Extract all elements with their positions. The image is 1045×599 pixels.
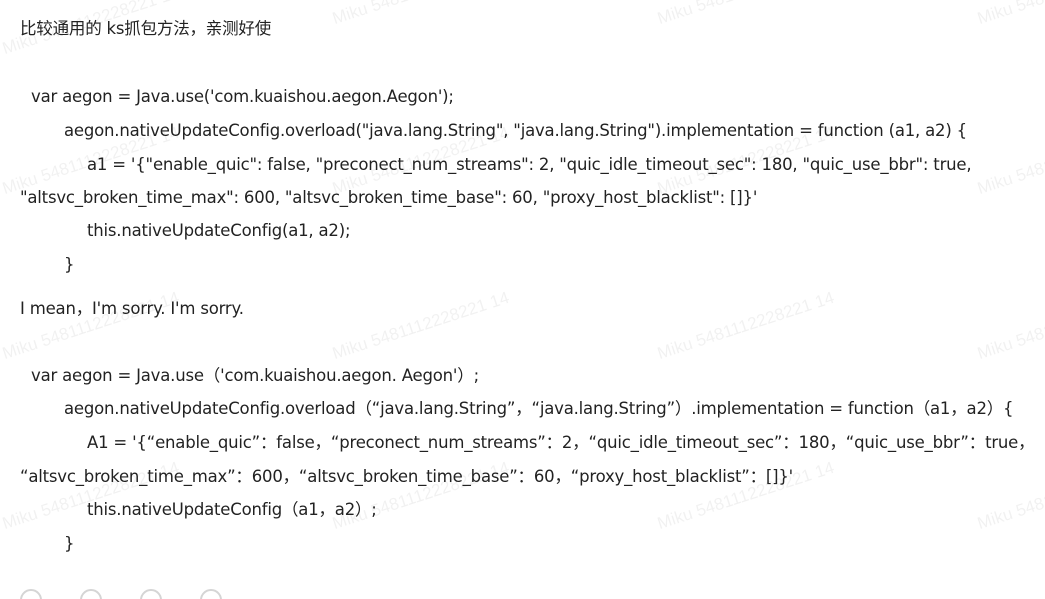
code-line: } bbox=[64, 534, 75, 553]
watermark: Miku 5481112228221 14 bbox=[330, 287, 512, 364]
more-icon[interactable] bbox=[200, 589, 222, 599]
post-intro: 比较通用的 ks抓包方法，亲测好使 bbox=[20, 19, 271, 38]
code-line: a1 = '{"enable_quic": false, "preconect_… bbox=[87, 155, 972, 174]
post-content: Miku 5481112228221 14 Miku 5481112228221… bbox=[0, 0, 1045, 599]
share-icon[interactable] bbox=[140, 589, 162, 599]
code-line: this.nativeUpdateConfig（a1，a2）; bbox=[87, 500, 377, 519]
code-line: var aegon = Java.use（'com.kuaishou.aegon… bbox=[31, 366, 479, 385]
watermark: Miku 5481112228221 14 bbox=[655, 0, 837, 29]
bookmark-icon[interactable] bbox=[80, 589, 102, 599]
code-line: A1 = '{“enable_quic”：false，“preconect_nu… bbox=[87, 433, 1035, 452]
watermark: Miku 5481112228221 14 bbox=[655, 287, 837, 364]
watermark: Miku 5481112228221 14 bbox=[975, 458, 1045, 534]
code-line: aegon.nativeUpdateConfig.overload("java.… bbox=[64, 121, 967, 140]
watermark: Miku 5481112228221 14 bbox=[975, 0, 1045, 29]
code-line: “altsvc_broken_time_max”：600，“altsvc_bro… bbox=[20, 467, 794, 486]
code-line: aegon.nativeUpdateConfig.overload（“java.… bbox=[64, 399, 1014, 418]
post-actions bbox=[20, 589, 222, 599]
code-line: var aegon = Java.use('com.kuaishou.aegon… bbox=[31, 87, 454, 106]
like-icon[interactable] bbox=[20, 589, 42, 599]
watermark: Miku 5481112228221 14 bbox=[330, 0, 512, 29]
code-line: this.nativeUpdateConfig(a1, a2); bbox=[87, 221, 351, 240]
translation-note: I mean，I'm sorry. I'm sorry. bbox=[20, 299, 244, 318]
code-line: } bbox=[64, 255, 75, 274]
watermark: Miku 5481112228221 14 bbox=[975, 123, 1045, 199]
code-line: "altsvc_broken_time_max": 600, "altsvc_b… bbox=[20, 188, 758, 207]
watermark: Miku 5481112228221 14 bbox=[975, 288, 1045, 364]
